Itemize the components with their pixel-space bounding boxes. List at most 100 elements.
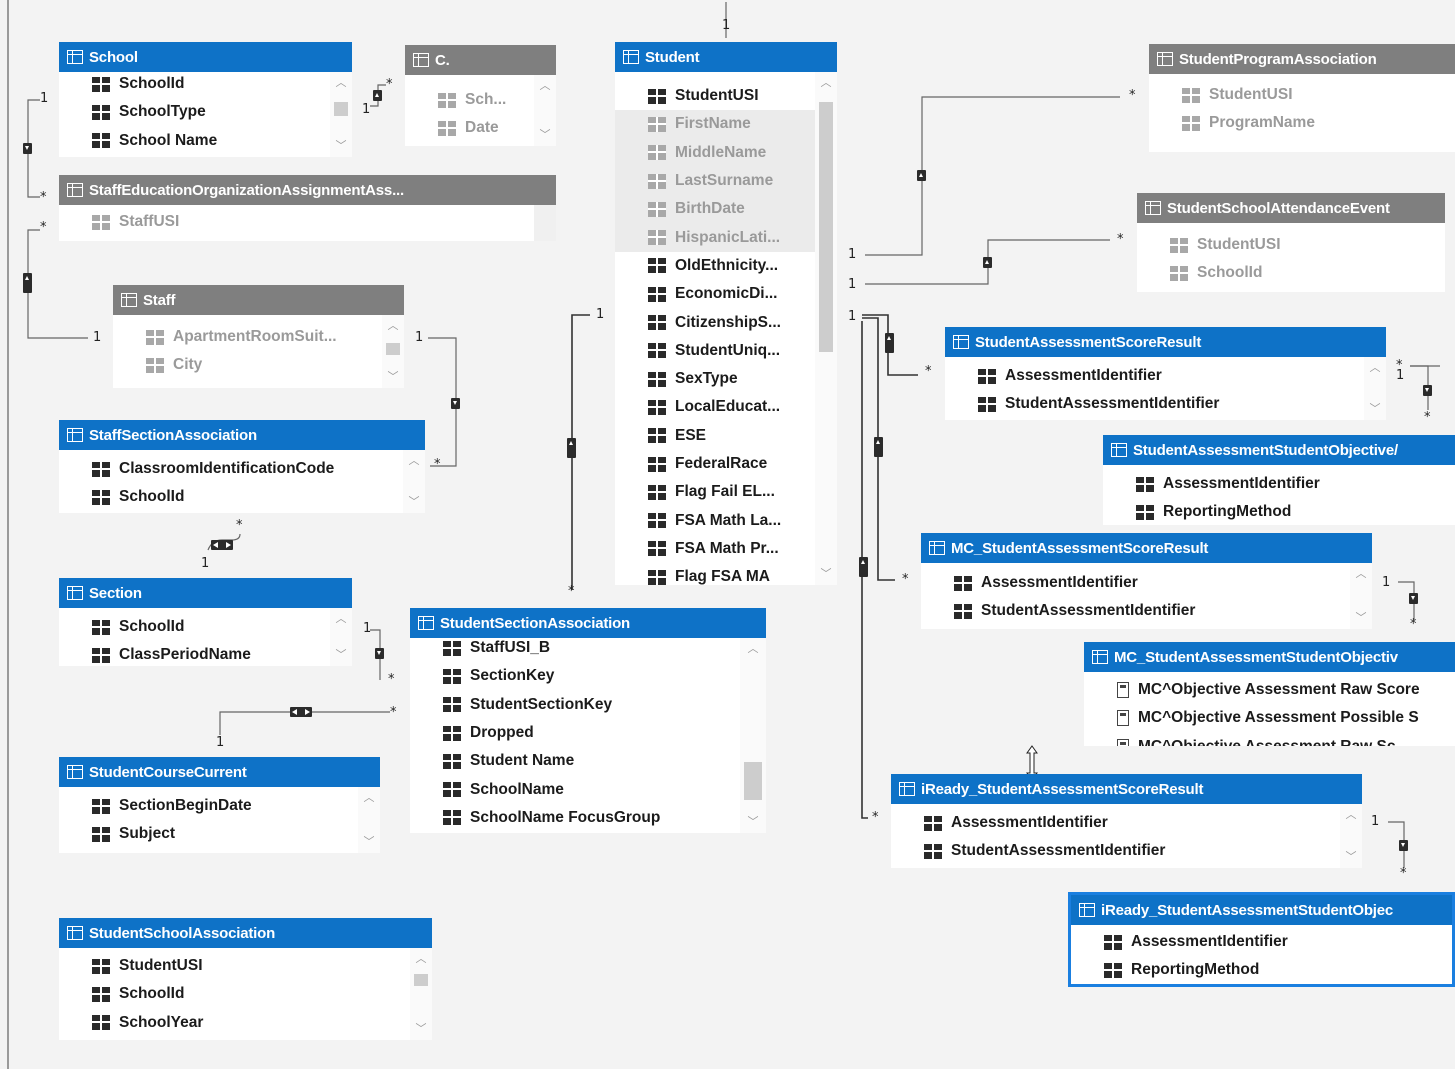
scroll-up-icon[interactable]: ︿ (403, 452, 425, 470)
column-row[interactable]: School Name (59, 127, 352, 155)
table-header[interactable]: Student (615, 42, 837, 72)
scroll-up-icon[interactable]: ︿ (330, 610, 352, 628)
column-row[interactable]: Flag Fail EL... (615, 478, 837, 506)
table-header[interactable]: StudentSchoolAttendanceEvent (1137, 193, 1445, 223)
scroll-thumb[interactable] (414, 974, 428, 986)
table-student-course-current[interactable]: StudentCourseCurrent SectionBeginDate Su… (59, 757, 380, 853)
scroll-thumb[interactable] (386, 343, 400, 355)
measure-row[interactable]: MC^Objective Assessment Raw Score (1084, 676, 1455, 704)
scroll-thumb[interactable] (334, 102, 348, 116)
scroll-up-icon[interactable]: ︿ (358, 789, 380, 807)
scrollbar[interactable]: ︿ ﹀ (534, 75, 556, 146)
column-row[interactable]: SchoolId (59, 70, 352, 98)
column-row[interactable]: SexType (615, 365, 837, 393)
scrollbar[interactable]: ︿ ﹀ (410, 948, 432, 1040)
table-iready-student-assessment-student-objective[interactable]: iReady_StudentAssessmentStudentObjec Ass… (1068, 892, 1455, 987)
table-student-assessment-score-result[interactable]: StudentAssessmentScoreResult AssessmentI… (945, 327, 1386, 420)
scrollbar[interactable]: ︿ ﹀ (1350, 563, 1372, 629)
table-student-section-association[interactable]: StudentSectionAssociation StaffUSI_B Sec… (410, 608, 766, 833)
scroll-down-icon[interactable]: ﹀ (358, 833, 380, 851)
column-row[interactable]: StudentUSI (615, 82, 837, 110)
table-mc-student-assessment-student-objective[interactable]: MC_StudentAssessmentStudentObjectiv MC^O… (1084, 642, 1455, 746)
table-header[interactable]: iReady_StudentAssessmentStudentObjec (1071, 895, 1452, 925)
scroll-down-icon[interactable]: ﹀ (815, 565, 837, 583)
column-row[interactable]: FSA Math Pr... (615, 535, 837, 563)
table-header[interactable]: MC_StudentAssessmentStudentObjectiv (1084, 642, 1455, 672)
table-school[interactable]: School SchoolId SchoolType School Name ︿… (59, 42, 352, 157)
column-row[interactable]: SchoolId (59, 980, 432, 1008)
table-student-school-association[interactable]: StudentSchoolAssociation StudentUSI Scho… (59, 918, 432, 1040)
scroll-thumb[interactable] (819, 102, 833, 352)
table-c[interactable]: C. Sch... Date ︿ ﹀ (405, 45, 556, 146)
table-staff-edorg-assignment[interactable]: StaffEducationOrganizationAssignmentAss.… (59, 175, 556, 241)
column-row[interactable]: LocalEducat... (615, 393, 837, 421)
scroll-down-icon[interactable]: ﹀ (403, 493, 425, 511)
column-row[interactable]: City (113, 351, 404, 379)
table-header[interactable]: StudentCourseCurrent (59, 757, 380, 787)
measure-row[interactable]: MC^Objective Assessment Raw Sc (1084, 733, 1455, 746)
column-row[interactable]: CitizenshipS... (615, 308, 837, 336)
column-row[interactable]: FederalRace (615, 450, 837, 478)
scroll-up-icon[interactable]: ︿ (534, 77, 556, 95)
column-row[interactable]: SchoolId (1137, 259, 1445, 287)
table-header[interactable]: StaffEducationOrganizationAssignmentAss.… (59, 175, 556, 205)
scroll-down-icon[interactable]: ﹀ (534, 126, 556, 144)
column-row[interactable]: FirstName (615, 110, 837, 139)
table-staff-section-association[interactable]: StaffSectionAssociation ClassroomIdentif… (59, 420, 425, 513)
scroll-up-icon[interactable]: ︿ (815, 74, 837, 92)
column-row[interactable]: SchoolName FocusGroup (410, 804, 766, 832)
scrollbar[interactable]: ︿ ﹀ (358, 787, 380, 853)
scrollbar[interactable]: ︿ ﹀ (382, 315, 404, 388)
scroll-up-icon[interactable]: ︿ (382, 317, 404, 335)
scrollbar[interactable]: ︿ ﹀ (330, 72, 352, 157)
table-student-program-association[interactable]: StudentProgramAssociation StudentUSI Pro… (1149, 44, 1455, 152)
table-header[interactable]: StudentSchoolAssociation (59, 918, 432, 948)
scroll-down-icon[interactable]: ﹀ (1340, 848, 1362, 866)
scroll-down-icon[interactable]: ﹀ (382, 368, 404, 386)
column-row[interactable]: StaffUSI (59, 208, 556, 236)
scroll-up-icon[interactable]: ︿ (410, 950, 432, 968)
column-row[interactable]: Subject (59, 820, 380, 848)
column-row[interactable]: StudentAssessmentIdentifier (891, 837, 1362, 865)
table-header[interactable]: StudentAssessmentStudentObjective/ (1103, 435, 1455, 465)
column-row[interactable]: SchoolName (410, 775, 766, 803)
table-header[interactable]: StaffSectionAssociation (59, 420, 425, 450)
column-row[interactable]: HispanicLati... (615, 223, 837, 252)
column-row[interactable]: AssessmentIdentifier (921, 569, 1372, 597)
column-row[interactable]: ReportingMethod (1103, 498, 1455, 525)
column-row[interactable]: Flag FSA MA (615, 563, 837, 585)
column-row[interactable]: ProgramName (1149, 109, 1455, 137)
column-row[interactable]: ReportingMethod (1071, 956, 1452, 984)
column-row[interactable]: StaffUSI_B (410, 634, 766, 662)
table-header[interactable]: StudentAssessmentScoreResult (945, 327, 1386, 357)
scroll-up-icon[interactable]: ︿ (1340, 806, 1362, 824)
column-row[interactable]: Student Name (410, 747, 766, 775)
column-row[interactable]: SectionKey (410, 662, 766, 690)
table-student[interactable]: Student StudentUSI FirstName MiddleName … (615, 42, 837, 585)
scrollbar[interactable]: ︿ ﹀ (740, 638, 766, 833)
table-header[interactable]: Staff (113, 285, 404, 315)
diagram-canvas[interactable]: 1 1 * * 1 1 * 1 * * 1 1 * * 1 1 * 1 1 1 … (0, 0, 1455, 1069)
scrollbar[interactable]: ︿ ﹀ (403, 450, 425, 513)
column-row[interactable]: StudentAssessmentIdentifier (945, 390, 1386, 418)
scroll-down-icon[interactable]: ﹀ (740, 813, 766, 831)
scroll-up-icon[interactable]: ︿ (330, 74, 352, 92)
scroll-down-icon[interactable]: ﹀ (410, 1020, 432, 1038)
scrollbar[interactable] (534, 205, 556, 241)
column-row[interactable]: FSA Math La... (615, 506, 837, 534)
table-student-assessment-student-objective[interactable]: StudentAssessmentStudentObjective/ Asses… (1103, 435, 1455, 525)
table-header[interactable]: Section (59, 578, 352, 608)
scroll-up-icon[interactable]: ︿ (1350, 565, 1372, 583)
table-section[interactable]: Section SchoolId ClassPeriodName ︿ ﹀ (59, 578, 352, 666)
scroll-down-icon[interactable]: ﹀ (1364, 400, 1386, 418)
column-row[interactable]: LastSurname (615, 166, 837, 196)
column-row[interactable]: SectionBeginDate (59, 792, 380, 820)
table-student-school-attendance-event[interactable]: StudentSchoolAttendanceEvent StudentUSI … (1137, 193, 1445, 292)
measure-row[interactable]: MC^Objective Assessment Possible S (1084, 704, 1455, 732)
column-row[interactable]: SchoolType (59, 98, 352, 126)
scrollbar[interactable]: ︿ ﹀ (815, 72, 837, 585)
column-row[interactable]: ESE (615, 422, 837, 450)
column-row[interactable]: AssessmentIdentifier (945, 362, 1386, 390)
scrollbar[interactable]: ︿ ﹀ (330, 608, 352, 666)
column-row[interactable]: StudentUSI (1137, 231, 1445, 259)
